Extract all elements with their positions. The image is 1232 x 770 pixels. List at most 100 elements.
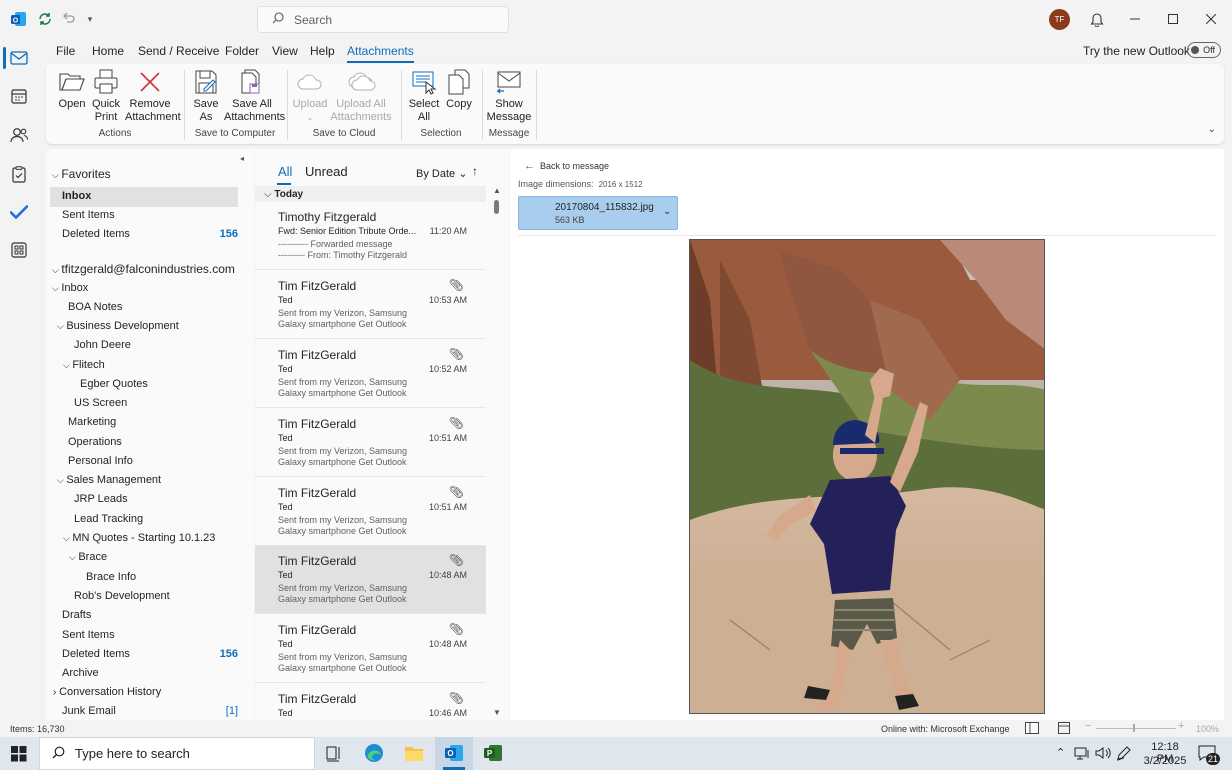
tab-send-receive[interactable]: Send / Receive [138,44,219,58]
maximize-button[interactable] [1165,10,1181,28]
chevron-down-icon[interactable]: ⌄ [663,206,671,217]
folder-boa-notes[interactable]: BOA Notes [68,301,122,313]
folder-conversation-history[interactable]: › Conversation History [53,686,161,698]
reading-view-icon[interactable] [1058,722,1070,736]
calendar-icon[interactable] [8,85,30,107]
folder-inbox[interactable]: ⌵ Inbox [52,282,88,294]
apps-icon[interactable] [8,239,30,261]
scroll-up-icon[interactable]: ▲ [493,186,501,195]
undo-icon[interactable] [59,10,77,28]
remove-attachment-button[interactable]: Remove Attachment [125,68,181,124]
people-icon[interactable] [8,124,30,146]
tab-unread[interactable]: Unread [305,164,348,179]
scroll-thumb[interactable] [494,200,499,214]
fav-inbox[interactable]: Inbox [62,190,91,202]
todo-icon[interactable] [8,201,30,223]
folder-mn-quotes[interactable]: ⌵ MN Quotes - Starting 10.1.23 [63,532,215,544]
tab-help[interactable]: Help [310,44,335,58]
folder-brace-info[interactable]: Brace Info [86,571,136,583]
file-explorer-icon[interactable] [404,744,424,765]
sort-direction-icon[interactable]: ↑ [472,164,478,178]
favorites-header[interactable]: ⌵ Favorites [52,167,111,181]
folder-us-screen[interactable]: US Screen [74,397,127,409]
message-list-scrollbar[interactable]: ▲ ▼ [491,186,503,720]
search-input[interactable]: Search [257,6,509,33]
folder-sales-management[interactable]: ⌵ Sales Management [57,474,161,486]
close-button[interactable] [1203,10,1219,28]
minimize-button[interactable] [1127,10,1143,28]
zoom-thumb[interactable] [1133,724,1135,732]
account-header[interactable]: ⌵ tfitzgerald@falconindustries.com [52,262,235,276]
tab-file[interactable]: File [56,44,75,58]
folder-brace[interactable]: ⌵ Brace [69,551,107,563]
bell-icon[interactable] [1088,10,1106,28]
folder-marketing[interactable]: Marketing [68,416,116,428]
list-item[interactable]: Tim FitzGerald 📎︎ Ted 10:52 AM Sent from… [255,340,486,408]
mail-icon[interactable] [8,47,30,69]
list-item[interactable]: Tim FitzGerald 📎︎ Ted 10:53 AM Sent from… [255,271,486,339]
list-item[interactable]: Timothy Fitzgerald Fwd: Senior Edition T… [255,202,486,270]
list-item-selected[interactable]: Tim FitzGerald 📎︎ Ted 10:48 AM Sent from… [255,546,486,614]
fav-deleted-items[interactable]: Deleted Items [62,228,130,240]
upload-all-attachments-button[interactable]: Upload All Attachments ⌄ [330,68,392,137]
list-item[interactable]: Tim FitzGerald 📎︎ Ted 10:46 AM [255,684,486,720]
network-icon[interactable] [1074,747,1090,763]
taskbar-outlook-active[interactable]: O [435,737,473,770]
tab-all[interactable]: All [278,164,292,179]
list-item[interactable]: Tim FitzGerald 📎︎ Ted 10:51 AM Sent from… [255,478,486,546]
normal-view-icon[interactable] [1025,722,1039,736]
tab-home[interactable]: Home [92,44,124,58]
folder-operations[interactable]: Operations [68,436,122,448]
collapse-pane-icon[interactable]: ◂ [240,154,244,163]
folder-drafts[interactable]: Drafts [62,609,91,621]
attachment-chip[interactable]: 20170804_115832.jpg 563 KB ⌄ [518,196,678,230]
pen-icon[interactable] [1116,746,1132,764]
open-button[interactable]: Open [56,68,88,111]
tab-attachments[interactable]: Attachments [347,44,414,63]
folder-deleted-items[interactable]: Deleted Items [62,648,130,660]
windows-start-icon[interactable] [11,746,27,765]
clock-date[interactable]: 3/2/2025 [1142,755,1188,767]
scroll-down-icon[interactable]: ▼ [493,708,501,717]
collapse-ribbon-chevron-icon[interactable]: ⌄ [1208,124,1216,135]
show-message-button[interactable]: Show Message [486,68,532,124]
quick-print-button[interactable]: Quick Print [90,68,122,124]
folder-egber-quotes[interactable]: Egber Quotes [80,378,148,390]
tab-folder[interactable]: Folder [225,44,259,58]
folder-john-deere[interactable]: John Deere [74,339,131,351]
tab-view[interactable]: View [272,44,298,58]
taskbar-search-input[interactable]: Type here to search [39,737,315,770]
zoom-slider[interactable] [1096,728,1176,729]
new-outlook-toggle[interactable]: Off [1187,42,1221,58]
folder-lead-tracking[interactable]: Lead Tracking [74,513,143,525]
sort-dropdown[interactable]: By Date ⌄ [416,167,467,180]
avatar[interactable]: TF [1049,9,1070,30]
volume-icon[interactable] [1095,746,1111,763]
upload-button[interactable]: Upload ⌄ [292,68,328,124]
folder-personal-info[interactable]: Personal Info [68,455,133,467]
project-app-icon[interactable]: P [483,744,503,765]
folder-robs-development[interactable]: Rob's Development [74,590,170,602]
folder-flitech[interactable]: ⌵ Flitech [63,359,105,371]
folder-archive[interactable]: Archive [62,667,99,679]
show-hidden-icons-icon[interactable]: ⌃ [1056,746,1065,759]
task-view-icon[interactable] [326,746,342,765]
tasks-icon[interactable] [8,163,30,185]
folder-sent-items[interactable]: Sent Items [62,629,115,641]
fav-sent-items[interactable]: Sent Items [62,209,115,221]
list-item[interactable]: Tim FitzGerald 📎︎ Ted 10:51 AM Sent from… [255,409,486,477]
folder-junk-email[interactable]: Junk Email [62,705,116,717]
folder-jrp-leads[interactable]: JRP Leads [74,493,128,505]
save-all-attachments-button[interactable]: Save All Attachments [224,68,285,124]
save-as-button[interactable]: Save As [190,68,222,124]
edge-browser-icon[interactable] [364,743,384,766]
group-header-today[interactable]: ⌵ Today [255,186,486,202]
copy-button[interactable]: Copy [444,68,474,111]
folder-business-development[interactable]: ⌵ Business Development [57,320,179,332]
select-all-button[interactable]: Select All [408,68,440,124]
list-item[interactable]: Tim FitzGerald 📎︎ Ted 10:48 AM Sent from… [255,615,486,683]
sync-icon[interactable] [36,10,54,28]
back-to-message-link[interactable]: ← Back to message [524,160,609,172]
zoom-out-icon[interactable]: − [1085,720,1091,732]
customize-toolbar-icon[interactable]: ▾ [81,10,99,28]
